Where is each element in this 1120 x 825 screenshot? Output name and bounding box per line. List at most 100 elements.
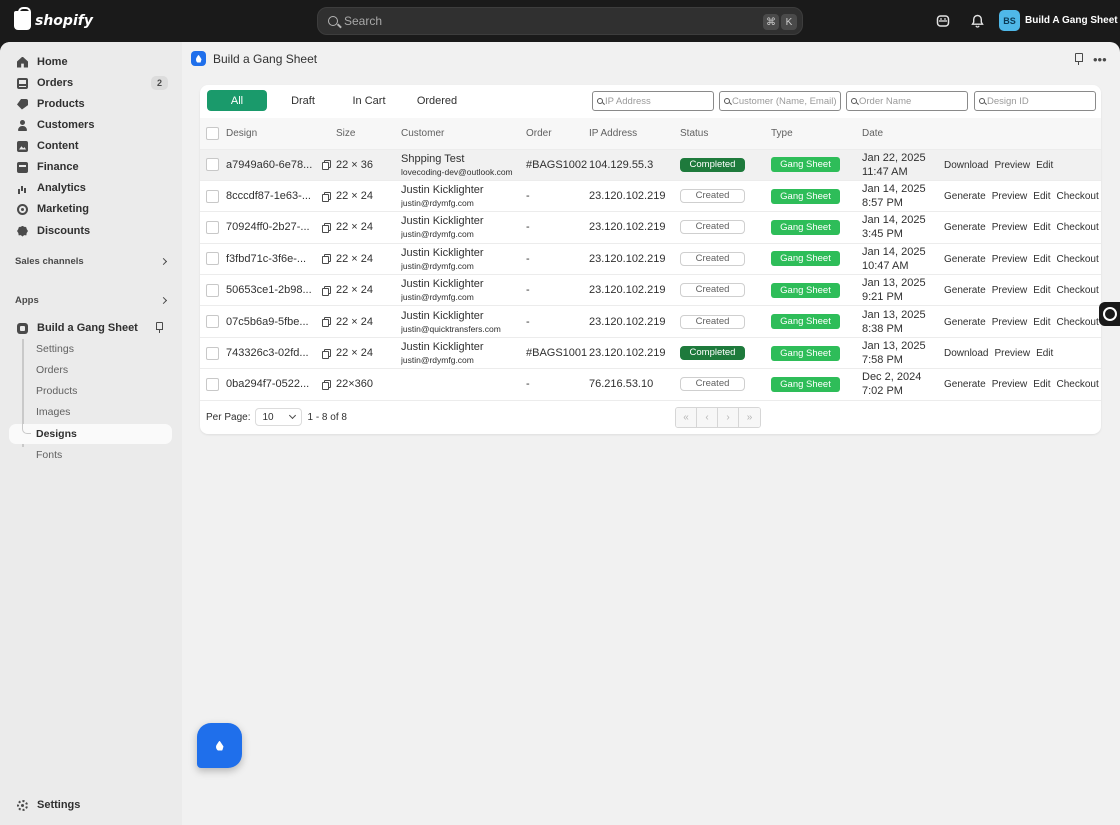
design-id[interactable]: a7949a60-6e78... [226, 159, 312, 171]
col-order[interactable]: Order [526, 118, 589, 150]
row-checkbox[interactable] [206, 158, 219, 172]
more-options-icon[interactable]: ••• [1093, 52, 1107, 67]
sub-item-fonts[interactable]: Fonts [9, 445, 172, 465]
copy-icon[interactable] [322, 222, 331, 233]
sub-item-designs[interactable]: Designs [9, 424, 172, 444]
table-row[interactable]: a7949a60-6e78... 22 × 36 Shpping Test lovec… [200, 149, 1101, 181]
table-row[interactable]: 50653ce1-2b98... 22 × 24 Justin Kicklighte… [200, 274, 1101, 307]
shopify-logo[interactable]: shopify [14, 7, 93, 30]
action-edit-link[interactable]: Edit [1033, 191, 1050, 202]
design-id[interactable]: 743326c3-02fd... [226, 347, 309, 359]
action-preview-link[interactable]: Preview [992, 317, 1028, 328]
design-id[interactable]: 0ba294f7-0522... [226, 378, 309, 390]
action-generate-link[interactable]: Generate [944, 317, 986, 328]
row-checkbox[interactable] [206, 377, 219, 391]
action-generate-link[interactable]: Generate [944, 254, 986, 265]
order-name-filter[interactable] [846, 91, 968, 111]
sales-channels-header[interactable]: Sales channels [15, 256, 172, 267]
design-id[interactable]: f3fbd71c-3f6e-... [226, 253, 306, 265]
copy-icon[interactable] [322, 317, 331, 328]
action-edit-link[interactable]: Edit [1033, 254, 1050, 265]
action-generate-link[interactable]: Generate [944, 379, 986, 390]
app-chat-button[interactable] [197, 723, 242, 768]
col-size[interactable]: Size [336, 118, 401, 150]
action-preview-link[interactable]: Preview [992, 254, 1028, 265]
copy-icon[interactable] [322, 160, 331, 171]
row-checkbox[interactable] [206, 220, 219, 234]
tab-in-cart[interactable]: In Cart [341, 90, 397, 111]
tab-all[interactable]: All [207, 90, 267, 111]
col-customer[interactable]: Customer [401, 118, 526, 150]
tab-draft[interactable]: Draft [277, 90, 329, 111]
row-checkbox[interactable] [206, 252, 219, 266]
copy-icon[interactable] [322, 285, 331, 296]
action-preview-link[interactable]: Preview [992, 222, 1028, 233]
table-row[interactable]: 70924ff0-2b27-... 22 × 24 Justin Kicklight… [200, 211, 1101, 244]
action-edit-link[interactable]: Edit [1033, 222, 1050, 233]
ip-address-input[interactable] [605, 95, 713, 107]
sidebar-item-marketing[interactable]: Marketing [9, 199, 172, 219]
apps-header[interactable]: Apps [15, 295, 172, 306]
sidebar-app-build-a-gang-sheet[interactable]: Build a Gang Sheet [9, 318, 172, 338]
customer-filter[interactable] [719, 91, 841, 111]
row-checkbox[interactable] [206, 346, 219, 360]
design-id[interactable]: 50653ce1-2b98... [226, 284, 312, 296]
col-ip-address[interactable]: IP Address [589, 118, 680, 150]
action-edit-link[interactable]: Edit [1033, 285, 1050, 296]
store-switcher[interactable]: BS Build A Gang Sheet [999, 10, 1118, 31]
row-checkbox[interactable] [206, 315, 219, 329]
action-download-link[interactable]: Download [944, 348, 988, 359]
action-checkout-link[interactable]: Checkout [1057, 379, 1099, 390]
customer-input[interactable] [732, 95, 840, 107]
sub-item-settings[interactable]: Settings [9, 339, 172, 359]
sidebar-item-home[interactable]: Home [9, 52, 172, 72]
action-checkout-link[interactable]: Checkout [1057, 317, 1099, 328]
table-row[interactable]: 0ba294f7-0522... 22×360 -76.216.53.10 Creat… [200, 368, 1101, 401]
col-status[interactable]: Status [680, 118, 771, 150]
per-page-select[interactable]: 10 [255, 408, 303, 426]
pin-icon[interactable] [155, 322, 164, 333]
sub-item-products[interactable]: Products [9, 381, 172, 401]
pin-app-icon[interactable] [1073, 53, 1084, 66]
design-id-input[interactable] [987, 95, 1095, 107]
action-checkout-link[interactable]: Checkout [1057, 191, 1099, 202]
table-row[interactable]: 8cccdf87-1e63-... 22 × 24 Justin Kicklight… [200, 180, 1101, 213]
action-preview-link[interactable]: Preview [992, 191, 1028, 202]
last-page-button[interactable]: » [739, 408, 760, 427]
col-design[interactable]: Design [226, 118, 336, 150]
col-date[interactable]: Date [862, 118, 944, 150]
search-input[interactable] [344, 14, 744, 28]
design-id[interactable]: 70924ff0-2b27-... [226, 221, 310, 233]
first-page-button[interactable]: « [676, 408, 697, 427]
copy-icon[interactable] [322, 254, 331, 265]
sidebar-item-content[interactable]: Content [9, 136, 172, 156]
bell-icon[interactable] [968, 12, 986, 30]
table-row[interactable]: f3fbd71c-3f6e-... 22 × 24 Justin Kicklight… [200, 243, 1101, 276]
action-checkout-link[interactable]: Checkout [1057, 222, 1099, 233]
design-id-filter[interactable] [974, 91, 1096, 111]
sidebar-item-finance[interactable]: Finance [9, 157, 172, 177]
action-preview-link[interactable]: Preview [994, 160, 1030, 171]
select-all-checkbox[interactable] [206, 126, 219, 140]
action-edit-link[interactable]: Edit [1036, 160, 1053, 171]
row-checkbox[interactable] [206, 189, 219, 203]
sidebar-item-products[interactable]: Products [9, 94, 172, 114]
action-generate-link[interactable]: Generate [944, 191, 986, 202]
col-type[interactable]: Type [771, 118, 862, 150]
action-preview-link[interactable]: Preview [992, 285, 1028, 296]
design-id[interactable]: 8cccdf87-1e63-... [226, 190, 311, 202]
global-search[interactable]: ⌘ K [317, 7, 803, 35]
action-preview-link[interactable]: Preview [992, 379, 1028, 390]
action-edit-link[interactable]: Edit [1036, 348, 1053, 359]
side-widget-tab[interactable] [1099, 302, 1120, 326]
sidekick-icon[interactable] [934, 12, 952, 30]
sub-item-orders[interactable]: Orders [9, 360, 172, 380]
table-row[interactable]: 07c5b6a9-5fbe... 22 × 24 Justin Kicklighte… [200, 305, 1101, 338]
action-generate-link[interactable]: Generate [944, 222, 986, 233]
tab-ordered[interactable]: Ordered [407, 90, 467, 111]
design-id[interactable]: 07c5b6a9-5fbe... [226, 316, 309, 328]
sub-item-images[interactable]: Images [9, 402, 172, 422]
action-edit-link[interactable]: Edit [1033, 317, 1050, 328]
action-checkout-link[interactable]: Checkout [1057, 254, 1099, 265]
action-preview-link[interactable]: Preview [994, 348, 1030, 359]
